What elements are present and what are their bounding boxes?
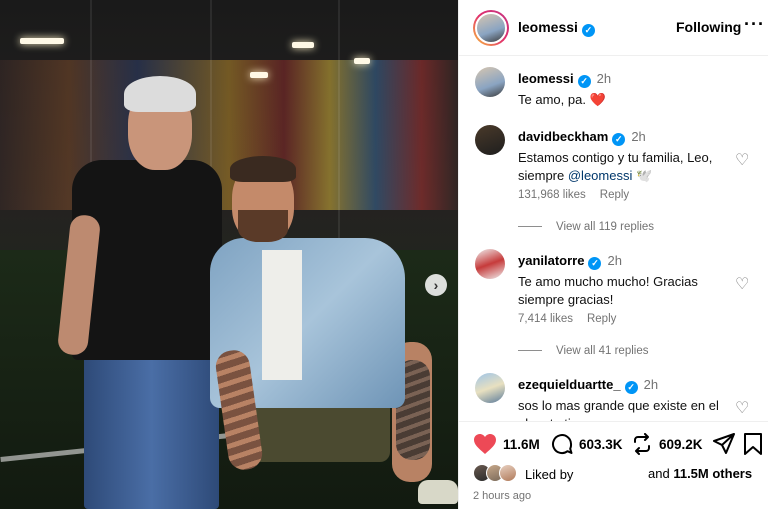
username-text[interactable]: leomessi	[518, 71, 574, 86]
liked-by-others-count[interactable]: 11.5M others	[673, 466, 752, 481]
avatar[interactable]	[475, 67, 505, 97]
person-beard	[238, 210, 288, 242]
comment-author: ezequielduartte_ ✓ 2h	[518, 377, 658, 394]
ceiling-light	[20, 38, 64, 44]
comment-likes[interactable]: 131,968 likes	[518, 189, 586, 201]
bookmark-icon[interactable]	[743, 433, 763, 455]
reply-button[interactable]: Reply	[587, 313, 616, 325]
avatar[interactable]	[499, 464, 517, 482]
comment-text: Te amo mucho mucho! Gracias siempre grac…	[518, 274, 698, 307]
more-options-icon[interactable]: ···	[744, 14, 765, 35]
post-sidebar: leomessi ✓ Following ··· leomessi ✓ 2h Te a…	[458, 0, 768, 509]
caption-author: leomessi ✓ 2h	[518, 71, 611, 88]
comment-text: Estamos contigo y tu familia, Leo, siemp…	[518, 149, 728, 185]
post-photo[interactable]: ›	[0, 0, 458, 509]
liked-by-avatars[interactable]	[473, 464, 519, 484]
verified-badge-icon: ✓	[588, 257, 602, 270]
reposts-count[interactable]: 609.2K	[659, 437, 703, 452]
verified-badge-icon: ✓	[577, 75, 591, 88]
comment-icon[interactable]	[551, 433, 573, 455]
comment-author: yanilatorre ✓ 2h	[518, 253, 622, 270]
chevron-right-icon[interactable]: ›	[425, 274, 447, 296]
send-icon[interactable]	[713, 433, 735, 455]
list-item: yanilatorre ✓ 2h Te amo mucho mucho! Graci…	[459, 249, 768, 357]
person-shoe	[418, 480, 458, 504]
comments-count[interactable]: 603.3K	[579, 437, 623, 452]
mention-link[interactable]: @leomessi	[568, 168, 633, 183]
divider	[518, 226, 542, 228]
reply-button[interactable]: Reply	[600, 189, 629, 201]
comment-action: 603.3K	[551, 433, 623, 455]
post-header: leomessi ✓ Following ···	[459, 0, 768, 56]
view-replies-label[interactable]: View all 41 replies	[556, 345, 648, 357]
verified-badge-icon: ✓	[624, 381, 638, 394]
like-action: 11.6M	[473, 433, 540, 455]
like-comment-icon[interactable]: ♡	[735, 153, 751, 169]
comment-meta: 7,414 likes Reply	[518, 313, 630, 325]
liked-by-label: Liked by	[525, 466, 574, 482]
liked-by-others: and 11.5M others	[648, 466, 752, 481]
person-tshirt	[262, 250, 302, 380]
header-username[interactable]: leomessi ✓	[518, 19, 595, 37]
comment-text: sos lo mas grande que existe en el plane…	[518, 398, 719, 421]
mural-wall	[0, 60, 458, 210]
caption: leomessi ✓ 2h Te amo, pa. ❤️	[459, 67, 768, 117]
liked-by-and: and	[648, 466, 670, 481]
comments-list[interactable]: leomessi ✓ 2h Te amo, pa. ❤️ davidbeckham ✓…	[459, 57, 768, 421]
divider	[518, 350, 542, 352]
timestamp[interactable]: 2h	[597, 71, 611, 86]
list-item: davidbeckham ✓ 2h Estamos contigo y tu fam…	[459, 125, 768, 233]
person-hair	[124, 76, 196, 112]
verified-badge-icon: ✓	[581, 24, 595, 37]
view-replies-label[interactable]: View all 119 replies	[556, 221, 654, 233]
post-actions: 11.6M 603.3K 609.2K Liked by and 11.5M o…	[459, 421, 768, 509]
person-hair	[230, 156, 296, 182]
ceiling-light	[250, 72, 268, 78]
list-item: ezequielduartte_ ✓ 2h sos lo mas grande qu…	[459, 373, 768, 421]
liked-by: Liked by	[473, 464, 573, 484]
timestamp[interactable]: 2h	[607, 253, 621, 268]
heart-filled-icon[interactable]	[473, 433, 497, 455]
comment-meta: 131,968 likes Reply	[518, 189, 643, 201]
post-timestamp[interactable]: 2 hours ago	[473, 490, 531, 502]
like-comment-icon[interactable]: ♡	[735, 401, 751, 417]
avatar[interactable]	[475, 249, 505, 279]
repost-action: 609.2K	[631, 433, 703, 455]
avatar[interactable]	[475, 125, 505, 155]
person-jeans	[84, 345, 219, 509]
timestamp[interactable]: 2h	[644, 377, 658, 392]
username-text[interactable]: davidbeckham	[518, 129, 608, 144]
username-text[interactable]: yanilatorre	[518, 253, 584, 268]
ceiling-light	[354, 58, 370, 64]
avatar[interactable]	[475, 373, 505, 403]
view-replies-button[interactable]: View all 41 replies	[518, 345, 648, 357]
comment-likes[interactable]: 7,414 likes	[518, 313, 573, 325]
ceiling-light	[292, 42, 314, 48]
following-button[interactable]: Following	[676, 19, 741, 35]
caption-text: Te amo, pa. ❤️	[518, 92, 606, 107]
comment-author: davidbeckham ✓ 2h	[518, 129, 646, 146]
like-comment-icon[interactable]: ♡	[735, 277, 751, 293]
view-replies-button[interactable]: View all 119 replies	[518, 221, 654, 233]
likes-count[interactable]: 11.6M	[503, 437, 540, 452]
timestamp[interactable]: 2h	[631, 129, 645, 144]
avatar[interactable]	[473, 10, 509, 46]
username-text[interactable]: ezequielduartte_	[518, 377, 621, 392]
repost-icon[interactable]	[631, 433, 653, 455]
username-text[interactable]: leomessi	[518, 19, 578, 35]
comment-text-part: 🕊️	[632, 168, 653, 183]
verified-badge-icon: ✓	[612, 133, 626, 146]
